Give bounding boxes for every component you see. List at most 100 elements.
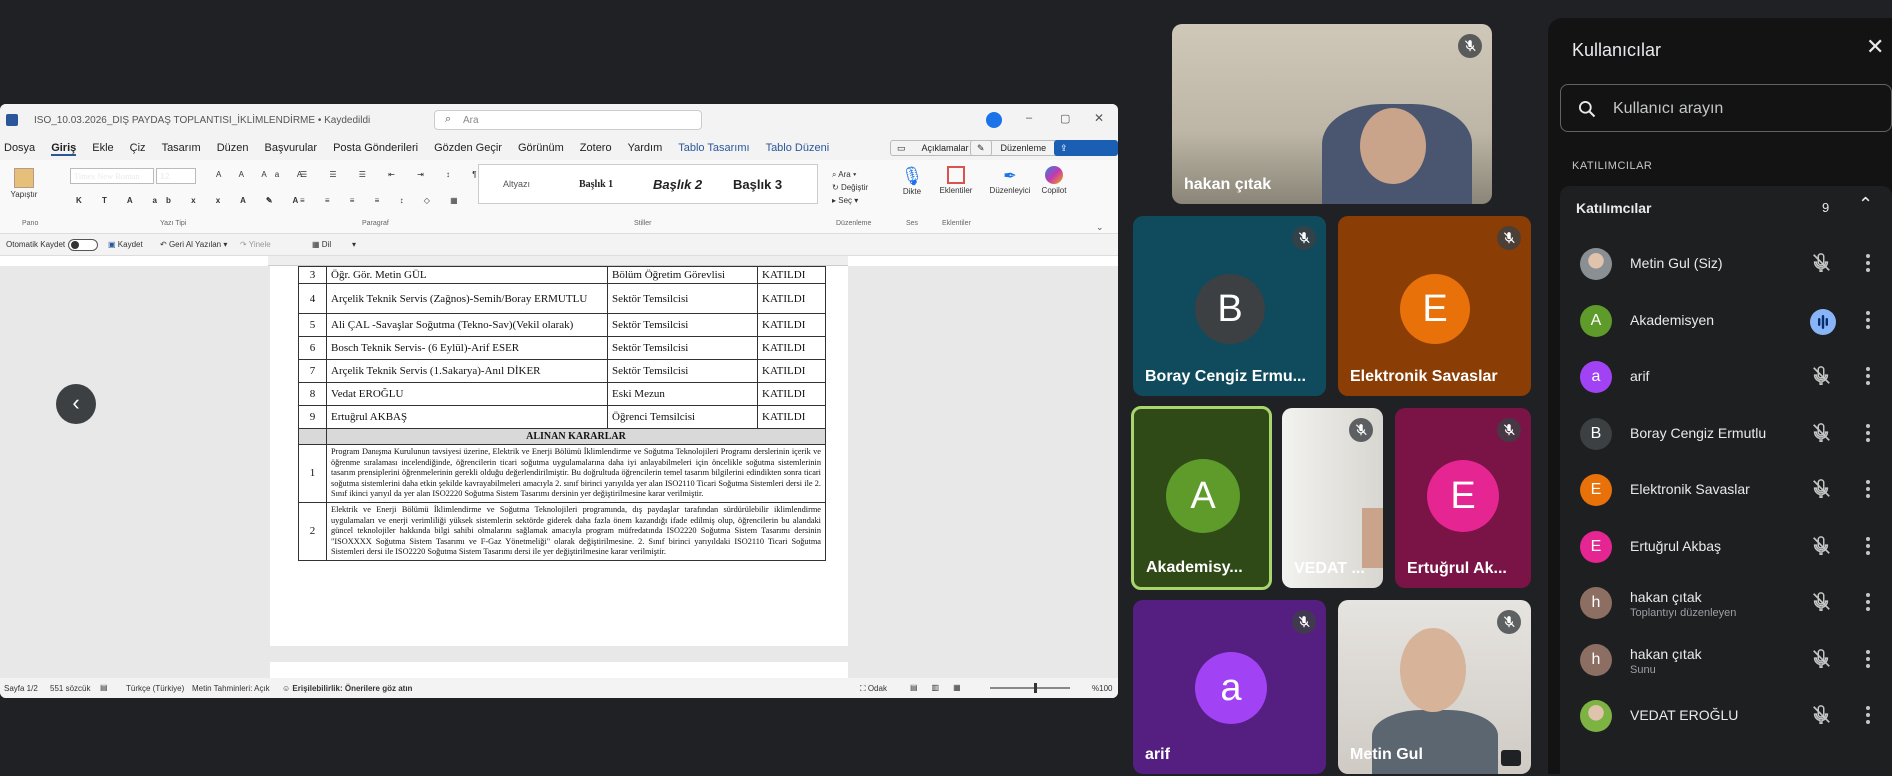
more-options-icon[interactable] [1866, 367, 1870, 388]
menu-item-13[interactable]: Tablo Düzeni [766, 142, 830, 154]
font-name-select[interactable]: Times New Roman [70, 168, 154, 184]
participant-row[interactable]: Metin Gul (Siz) [1548, 236, 1892, 292]
tile-akademisyen[interactable]: A Akademisy... [1131, 406, 1272, 590]
paste-button[interactable]: Yapıştır [10, 168, 38, 208]
tile-boray[interactable]: B Boray Cengiz Ermu... [1133, 216, 1326, 396]
list-buttons[interactable]: ☰ ☰ ☰ ⇤ ⇥ ↕ ¶ [300, 170, 487, 179]
addins-button[interactable]: Eklentiler [938, 166, 974, 195]
autosave-toggle[interactable] [68, 239, 98, 251]
style-subtitle[interactable]: Altyazı [503, 179, 530, 189]
language-button[interactable]: ▦ Dil [312, 240, 331, 249]
participant-row[interactable]: a arif [1548, 349, 1892, 405]
find-button[interactable]: ⌕ Ara ▾ [832, 168, 868, 181]
participant-row[interactable]: E Ertuğrul Akbaş [1548, 519, 1892, 575]
participant-row[interactable]: VEDAT EROĞLU [1548, 688, 1892, 744]
participant-row[interactable]: E Elektronik Savaslar [1548, 462, 1892, 518]
more-options-icon[interactable] [1866, 593, 1870, 614]
mic-off-icon[interactable] [1810, 704, 1832, 731]
avatar-initial: E [1590, 537, 1602, 555]
tile-elektronik[interactable]: E Elektronik Savaslar [1338, 216, 1531, 396]
participant-row[interactable]: h hakan çıtak Sunu [1548, 632, 1892, 688]
save-button[interactable]: ▣ Kaydet [108, 240, 143, 249]
accessibility-status[interactable]: ☺ Erişilebilirlik: Önerilere göz atın [282, 684, 412, 693]
menu-item-8[interactable]: Gözden Geçir [434, 142, 502, 154]
tile-metin-gul[interactable]: Metin Gul [1338, 600, 1531, 774]
participant-row[interactable]: B Boray Cengiz Ermutlu [1548, 406, 1892, 462]
font-format-buttons[interactable]: K T A ab x x A ✎ A [76, 196, 307, 205]
more-options-icon[interactable] [1866, 706, 1870, 727]
zoom-level[interactable]: %100 [1092, 684, 1112, 693]
mic-off-icon[interactable] [1810, 252, 1832, 279]
style-heading2[interactable]: Başlık 2 [653, 177, 702, 192]
focus-button[interactable]: ⛶ Odak [860, 684, 887, 694]
participant-row[interactable]: h hakan çıtak Toplantıyı düzenleyen [1548, 575, 1892, 631]
view-buttons[interactable]: ▤▥▦ [910, 683, 975, 692]
zoom-slider[interactable] [990, 683, 1070, 693]
menu-item-12[interactable]: Tablo Tasarımı [678, 142, 749, 154]
dictate-button[interactable]: 🎙 Dikte [898, 166, 926, 196]
replace-button[interactable]: ↻ Değiştir [832, 181, 868, 194]
tile-hakan-citak[interactable]: hakan çıtak [1172, 24, 1492, 204]
more-options-icon[interactable] [1866, 480, 1870, 501]
mic-off-icon[interactable] [1810, 535, 1832, 562]
status-language[interactable]: Türkçe (Türkiye) [126, 684, 184, 693]
mic-off-icon[interactable] [1810, 478, 1832, 505]
speaking-icon[interactable] [1810, 308, 1836, 340]
document-page[interactable]: 3 Öğr. Gör. Metin GÜL Bölüm Öğretim Görevl… [270, 266, 848, 646]
ribbon-collapse-icon[interactable]: ⌄ [1096, 222, 1104, 233]
mic-off-icon[interactable] [1810, 648, 1832, 675]
tile-arif[interactable]: a arif [1133, 600, 1326, 774]
align-buttons[interactable]: ≡ ≡ ≡ ≡ ↕ ◇ ▦ [300, 196, 467, 205]
close-icon[interactable]: ✕ [1866, 34, 1884, 60]
style-heading3[interactable]: Başlık 3 [733, 177, 782, 192]
menu-item-3[interactable]: Çiz [130, 142, 146, 154]
close-icon[interactable]: ✕ [1094, 111, 1104, 125]
redo-button[interactable]: ↷ Yinele [240, 240, 271, 249]
status-words[interactable]: 551 sözcük [50, 684, 90, 693]
proofing-icon[interactable]: ▤ [100, 683, 108, 692]
editor-button[interactable]: ✒ Düzenleyici [986, 166, 1034, 195]
tile-ertugrul[interactable]: E Ertuğrul Ak... [1395, 408, 1531, 588]
minimize-icon[interactable]: – [1026, 112, 1032, 124]
font-size-select[interactable]: 12 [156, 168, 196, 184]
share-button[interactable]: ⇪ Paylaş ▾ [1054, 140, 1118, 169]
status-predictions[interactable]: Metin Tahminleri: Açık [192, 684, 270, 693]
more-options-icon[interactable] [1866, 254, 1870, 275]
more-options-icon[interactable] [1866, 423, 1870, 445]
mic-off-icon[interactable] [1810, 422, 1832, 449]
mic-off-icon[interactable] [1810, 365, 1832, 392]
menu-item-2[interactable]: Ekle [92, 142, 113, 154]
qat-more-icon[interactable]: ▾ [352, 240, 356, 249]
menu-item-10[interactable]: Zotero [580, 142, 612, 154]
avatar-initial: a [1591, 368, 1601, 385]
word-search-box[interactable]: ⌕ Ara [434, 110, 702, 130]
participant-row[interactable]: A Akademisyen [1548, 293, 1892, 349]
menu-item-6[interactable]: Başvurular [264, 142, 317, 154]
more-options-icon[interactable] [1866, 310, 1870, 332]
more-options-icon[interactable] [1866, 536, 1870, 558]
maximize-icon[interactable]: ▢ [1060, 112, 1070, 125]
status-page[interactable]: Sayfa 1/2 [4, 684, 38, 693]
participants-group-header[interactable]: Katılımcılar 9 ⌃ [1560, 186, 1892, 230]
menu-item-0[interactable]: Dosya [4, 142, 35, 154]
people-search-input[interactable]: Kullanıcı arayın [1560, 84, 1892, 132]
menu-item-4[interactable]: Tasarım [162, 142, 201, 154]
prev-page-button[interactable]: ‹ [56, 384, 96, 424]
chevron-up-icon[interactable]: ⌃ [1858, 194, 1873, 215]
copilot-button[interactable]: Copilot [1036, 166, 1072, 195]
undo-button[interactable]: ↶ Geri Al Yazılan ▾ [160, 240, 227, 249]
menu-item-9[interactable]: Görünüm [518, 142, 564, 154]
menu-item-7[interactable]: Posta Gönderileri [333, 142, 418, 154]
select-button[interactable]: ▸ Seç ▾ [832, 194, 868, 207]
self-view-toggle-icon[interactable] [1501, 750, 1521, 766]
menu-item-11[interactable]: Yardım [628, 142, 663, 154]
more-options-icon[interactable] [1866, 649, 1870, 671]
style-heading1[interactable]: Başlık 1 [579, 179, 613, 190]
mic-off-icon[interactable] [1810, 591, 1832, 618]
share-screen-icon[interactable] [986, 112, 1002, 128]
find-replace-group[interactable]: ⌕ Ara ▾ ↻ Değiştir ▸ Seç ▾ [832, 168, 868, 207]
tile-vedat[interactable]: VEDAT ... [1282, 408, 1383, 588]
menu-item-5[interactable]: Düzen [217, 142, 249, 154]
font-grow-shrink-buttons[interactable]: A A Aa A [216, 170, 310, 179]
menu-item-1[interactable]: Giriş [51, 142, 77, 156]
